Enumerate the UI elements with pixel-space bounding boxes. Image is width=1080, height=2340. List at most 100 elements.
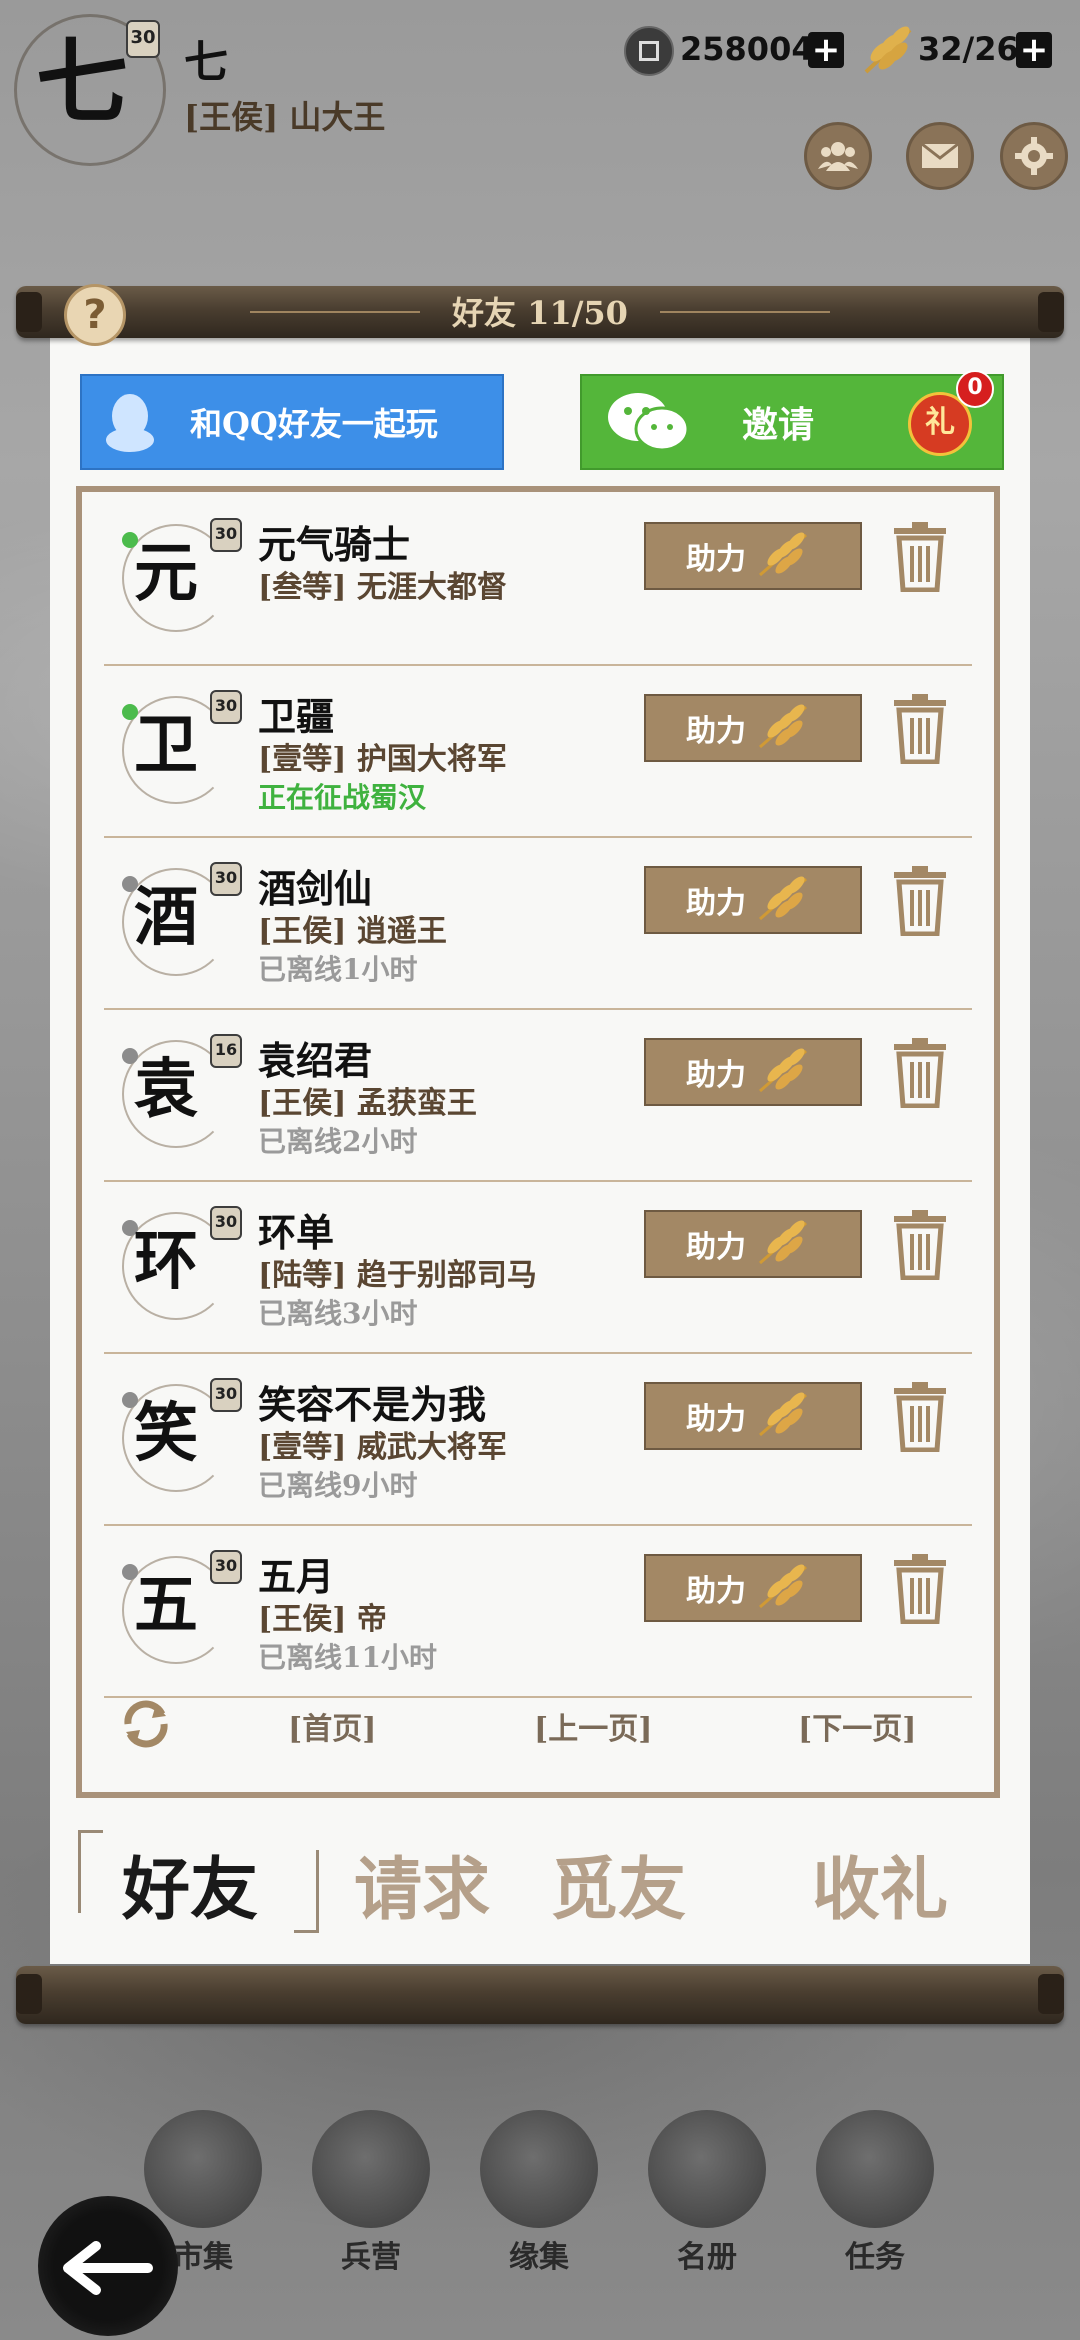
friend-avatar[interactable]: 五 30 bbox=[122, 1550, 242, 1666]
friend-row[interactable]: 袁 16 袁绍君 [王侯] 孟获蛮王 已离线2小时 助力 bbox=[104, 1008, 972, 1182]
nav-collection[interactable]: 缘集 bbox=[474, 2110, 604, 2276]
back-button[interactable] bbox=[38, 2196, 178, 2336]
refresh-icon[interactable] bbox=[118, 1696, 174, 1752]
delete-friend-icon[interactable] bbox=[890, 1380, 950, 1453]
nav-label: 兵营 bbox=[341, 2240, 401, 2275]
book-icon bbox=[480, 2110, 598, 2228]
coin-count: 258004 bbox=[680, 30, 814, 68]
friend-avatar[interactable]: 酒 30 bbox=[122, 862, 242, 978]
nav-roster[interactable]: 名册 bbox=[642, 2110, 772, 2276]
delete-friend-icon[interactable] bbox=[890, 692, 950, 765]
qq-button-label: 和QQ好友一起玩 bbox=[190, 405, 438, 443]
friend-list: 元 30 元气骑士 [叁等] 无涯大都督 助力卫 30 卫疆 [壹等] 护国大将军 正在征战蜀汉… bbox=[76, 486, 1000, 1798]
friend-title: [叁等] 无涯大都督 bbox=[258, 570, 507, 605]
friend-avatar[interactable]: 笑 30 bbox=[122, 1378, 242, 1494]
help-button[interactable]: 助力 bbox=[644, 1382, 862, 1450]
tab-friends[interactable]: 好友 bbox=[122, 1834, 258, 1933]
avatar-glyph: 元 bbox=[134, 536, 198, 611]
avatar-glyph: 五 bbox=[134, 1568, 198, 1643]
friend-title: [陆等] 趋于别部司马 bbox=[258, 1258, 537, 1293]
pager: [首页] [上一页] [下一页] bbox=[104, 1686, 972, 1766]
help-button[interactable]: 助力 bbox=[644, 866, 862, 934]
friend-avatar[interactable]: 袁 16 bbox=[122, 1034, 242, 1150]
player-title: [王侯] 山大王 bbox=[184, 98, 386, 136]
friend-status: 正在征战蜀汉 bbox=[258, 781, 427, 814]
qq-penguin-icon bbox=[106, 394, 154, 452]
delete-friend-icon[interactable] bbox=[890, 864, 950, 937]
friend-row[interactable]: 酒 30 酒剑仙 [王侯] 逍遥王 已离线1小时 助力 bbox=[104, 836, 972, 1010]
delete-friend-icon[interactable] bbox=[890, 520, 950, 593]
tab-bar: 好友 请求 觅友 收礼 bbox=[76, 1820, 1000, 1940]
help-label: 助力 bbox=[686, 886, 746, 921]
wheat-icon bbox=[756, 701, 814, 755]
friends-icon[interactable] bbox=[804, 122, 872, 190]
friend-level-badge: 30 bbox=[210, 690, 242, 724]
friend-name: 元气骑士 bbox=[258, 522, 411, 567]
nav-label: 名册 bbox=[677, 2240, 737, 2275]
nav-barracks[interactable]: 兵营 bbox=[306, 2110, 436, 2276]
qq-play-button[interactable]: 和QQ好友一起玩 bbox=[80, 374, 504, 470]
tab-bracket-left bbox=[78, 1830, 103, 1913]
help-button[interactable]: 助力 bbox=[644, 522, 862, 590]
grain-count: 32/26 bbox=[918, 30, 1019, 68]
tab-gifts[interactable]: 收礼 bbox=[812, 1834, 948, 1933]
friend-row[interactable]: 笑 30 笑容不是为我 [壹等] 威武大将军 已离线9小时 助力 bbox=[104, 1352, 972, 1526]
friend-status: 已离线11小时 bbox=[258, 1641, 437, 1674]
gift-count-badge: 0 bbox=[956, 370, 994, 408]
avatar-glyph: 笑 bbox=[134, 1396, 198, 1471]
friend-level-badge: 30 bbox=[210, 1550, 242, 1584]
friend-avatar[interactable]: 元 30 bbox=[122, 518, 242, 634]
player-avatar[interactable]: 七 30 bbox=[14, 14, 166, 166]
scroll-icon bbox=[816, 2110, 934, 2228]
friend-title: [王侯] 帝 bbox=[258, 1602, 387, 1637]
friend-row[interactable]: 五 30 五月 [王侯] 帝已离线11小时 助力 bbox=[104, 1524, 972, 1698]
avatar-glyph: 袁 bbox=[134, 1052, 198, 1127]
rod-end bbox=[1038, 1974, 1064, 2014]
panel-title: 好友 11/50 bbox=[452, 294, 628, 332]
friend-title: [壹等] 威武大将军 bbox=[258, 1430, 507, 1465]
help-label: 助力 bbox=[686, 714, 746, 749]
prev-page-link[interactable]: [上一页] bbox=[534, 1704, 652, 1748]
friend-name: 卫疆 bbox=[258, 694, 335, 739]
help-label: 助力 bbox=[686, 1574, 746, 1609]
delete-friend-icon[interactable] bbox=[890, 1552, 950, 1625]
help-button[interactable]: 助力 bbox=[644, 1554, 862, 1622]
friend-row[interactable]: 元 30 元气骑士 [叁等] 无涯大都督 助力 bbox=[104, 492, 972, 666]
friend-level-badge: 30 bbox=[210, 862, 242, 896]
friend-avatar[interactable]: 卫 30 bbox=[122, 690, 242, 806]
settings-icon[interactable] bbox=[1000, 122, 1068, 190]
coin-icon bbox=[624, 26, 674, 76]
tab-requests[interactable]: 请求 bbox=[354, 1834, 490, 1933]
nav-label: 缘集 bbox=[509, 2240, 569, 2275]
add-grain-button[interactable]: + bbox=[1016, 32, 1052, 68]
friend-name: 笑容不是为我 bbox=[258, 1382, 487, 1427]
friend-row[interactable]: 环 30 环单 [陆等] 趋于别部司马 已离线3小时 助力 bbox=[104, 1180, 972, 1354]
help-label: 助力 bbox=[686, 1402, 746, 1437]
friend-status: 已离线3小时 bbox=[258, 1297, 418, 1330]
tab-find-friends[interactable]: 觅友 bbox=[550, 1834, 686, 1933]
barracks-icon bbox=[312, 2110, 430, 2228]
friend-level-badge: 30 bbox=[210, 1378, 242, 1412]
friend-avatar[interactable]: 环 30 bbox=[122, 1206, 242, 1322]
help-label: 助力 bbox=[686, 1058, 746, 1093]
friend-level-badge: 16 bbox=[210, 1034, 242, 1068]
help-button[interactable]: ? bbox=[64, 284, 126, 346]
bottom-scroll-rod bbox=[16, 1966, 1064, 2024]
avatar-glyph: 酒 bbox=[134, 880, 198, 955]
avatar-glyph: 七 bbox=[36, 28, 129, 136]
next-page-link[interactable]: [下一页] bbox=[798, 1704, 916, 1748]
wechat-icon bbox=[608, 393, 690, 452]
first-page-link[interactable]: [首页] bbox=[288, 1704, 376, 1748]
mail-icon[interactable] bbox=[906, 122, 974, 190]
help-button[interactable]: 助力 bbox=[644, 694, 862, 762]
friend-name: 酒剑仙 bbox=[258, 866, 373, 911]
help-button[interactable]: 助力 bbox=[644, 1038, 862, 1106]
friend-title: [壹等] 护国大将军 bbox=[258, 742, 507, 777]
nav-label: 任务 bbox=[845, 2240, 905, 2275]
friend-row[interactable]: 卫 30 卫疆 [壹等] 护国大将军 正在征战蜀汉 助力 bbox=[104, 664, 972, 838]
delete-friend-icon[interactable] bbox=[890, 1036, 950, 1109]
help-button[interactable]: 助力 bbox=[644, 1210, 862, 1278]
delete-friend-icon[interactable] bbox=[890, 1208, 950, 1281]
add-coins-button[interactable]: + bbox=[808, 32, 844, 68]
nav-tasks[interactable]: 任务 bbox=[810, 2110, 940, 2276]
